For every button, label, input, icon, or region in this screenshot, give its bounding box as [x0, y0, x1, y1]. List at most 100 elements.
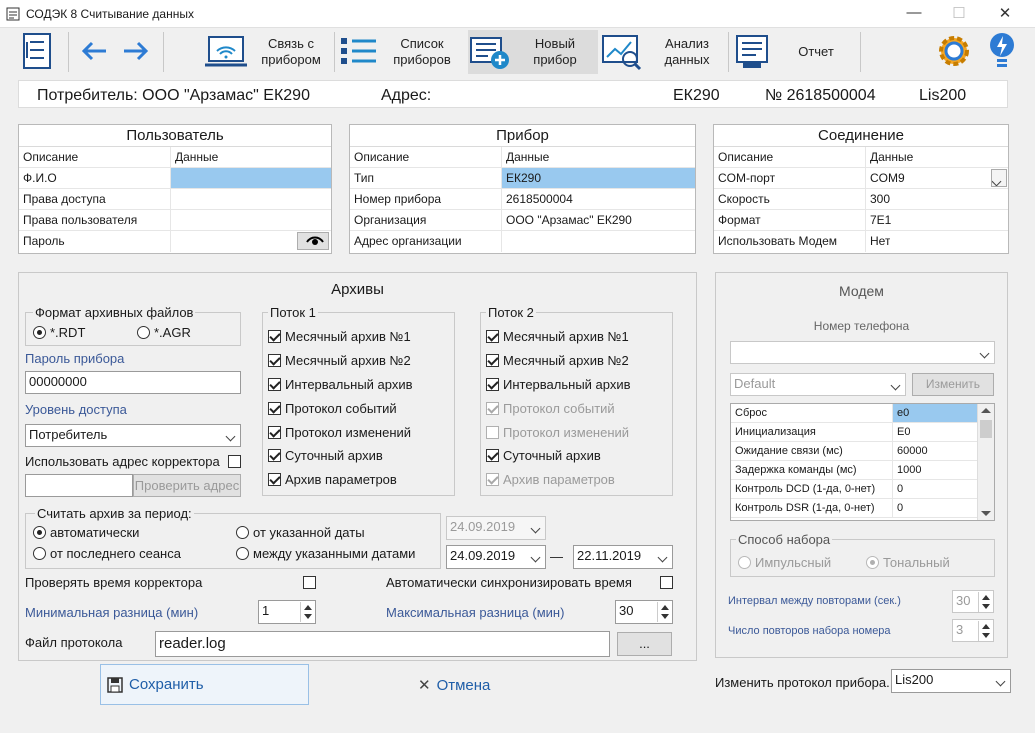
connect-button[interactable]: Связь с прибором — [204, 30, 330, 74]
com-port-dropdown-button[interactable] — [991, 169, 1007, 187]
table-row[interactable]: Пароль — [19, 231, 331, 252]
tree-icon[interactable] — [22, 32, 52, 70]
s1-changes[interactable]: Протокол изменений — [268, 425, 411, 440]
spinner-arrows-icon[interactable] — [978, 621, 992, 641]
setting-value[interactable]: 0 — [893, 480, 903, 498]
s2-monthly2[interactable]: Месячный архив №2 — [486, 353, 629, 368]
s1-params[interactable]: Архив параметров — [268, 472, 397, 487]
s2-monthly1[interactable]: Месячный архив №1 — [486, 329, 629, 344]
table-row[interactable]: Тип ЕК290 — [350, 168, 695, 189]
table-row[interactable]: Контроль DCD (1-да, 0-нет) 0 — [731, 480, 994, 499]
agr-radio[interactable]: *.AGR — [137, 325, 191, 340]
analysis-button[interactable]: Анализ данных — [600, 30, 726, 74]
start-date-picker[interactable]: 24.09.2019 — [446, 545, 546, 569]
s1-events[interactable]: Протокол событий — [268, 401, 397, 416]
back-arrow-icon[interactable] — [80, 40, 108, 62]
forward-arrow-icon[interactable] — [122, 40, 150, 62]
s1-interval[interactable]: Интервальный архив — [268, 377, 413, 392]
table-row[interactable]: Ф.И.О — [19, 168, 331, 189]
scroll-down-icon[interactable] — [981, 511, 991, 516]
period-between-radio[interactable]: между указанными датами — [236, 546, 415, 561]
close-icon[interactable]: ✕ — [990, 4, 1020, 22]
toolbar-separator — [728, 32, 729, 72]
maximize-icon[interactable]: ☐ — [944, 4, 974, 22]
format-cell[interactable]: 7E1 — [866, 210, 891, 230]
table-row[interactable]: Контроль DSR (1-да, 0-нет) 0 — [731, 499, 994, 518]
check-time-checkbox[interactable] — [303, 575, 320, 590]
end-date-picker[interactable]: 22.11.2019 — [573, 545, 673, 569]
device-list-button[interactable]: Список приборов — [338, 30, 464, 74]
s1-daily[interactable]: Суточный архив — [268, 448, 383, 463]
setting-value[interactable]: 60000 — [893, 442, 928, 460]
setting-value[interactable]: e0 — [893, 404, 977, 422]
serial-cell[interactable]: 2618500004 — [502, 189, 573, 209]
spinner-arrows-icon[interactable] — [300, 602, 314, 622]
archive-label: Месячный архив №1 — [285, 329, 411, 344]
minimize-icon[interactable]: — — [899, 4, 929, 21]
report-icon — [736, 35, 768, 68]
cancel-button[interactable]: ✕ Отмена — [418, 676, 490, 695]
modem-profile-select[interactable]: Default — [730, 373, 906, 396]
use-address-checkbox[interactable] — [228, 454, 245, 469]
table-row[interactable]: Формат 7E1 — [714, 210, 1008, 231]
spinner-arrows-icon[interactable] — [657, 602, 671, 622]
table-row[interactable]: Скорость 300 — [714, 189, 1008, 210]
retry-count-spinner[interactable]: 3 — [952, 619, 994, 642]
table-row[interactable]: Номер прибора 2618500004 — [350, 189, 695, 210]
period-last-session-radio[interactable]: от последнего сеанса — [33, 546, 181, 561]
report-button[interactable]: Отчет — [732, 30, 858, 74]
min-diff-spinner[interactable]: 1 — [258, 600, 316, 624]
new-device-button[interactable]: Новый прибор — [468, 30, 598, 74]
table-row[interactable]: Организация ООО "Арзамас" ЕК290 — [350, 210, 695, 231]
type-cell[interactable]: ЕК290 — [502, 168, 695, 188]
address-input[interactable] — [25, 474, 133, 497]
rights-cell[interactable] — [171, 210, 175, 230]
password-cell[interactable] — [171, 231, 175, 252]
s2-daily[interactable]: Суточный архив — [486, 448, 601, 463]
max-diff-spinner[interactable]: 30 — [615, 600, 673, 624]
setting-value[interactable]: 1000 — [893, 461, 921, 479]
speed-cell[interactable]: 300 — [866, 189, 890, 209]
spinner-arrows-icon[interactable] — [978, 592, 992, 612]
setting-value[interactable]: E0 — [893, 423, 910, 441]
com-port-cell[interactable]: COM9 — [866, 168, 905, 188]
table-row[interactable]: Права доступа — [19, 189, 331, 210]
s1-monthly2[interactable]: Месячный архив №2 — [268, 353, 411, 368]
access-level-select[interactable]: Потребитель — [25, 424, 241, 447]
protocol-select[interactable]: Lis200 — [891, 669, 1011, 693]
table-row[interactable]: Адрес организации — [350, 231, 695, 252]
access-cell[interactable] — [171, 189, 175, 209]
table-row[interactable]: Инициализация E0 — [731, 423, 994, 442]
name-cell[interactable] — [171, 168, 331, 188]
lightning-bulb-icon[interactable] — [987, 31, 1017, 71]
settings-gear-icon[interactable] — [935, 32, 973, 70]
table-row[interactable]: Ожидание связи (мс) 60000 — [731, 442, 994, 461]
scroll-thumb[interactable] — [980, 420, 992, 438]
table-row[interactable]: Использовать Модем Нет — [714, 231, 1008, 252]
change-profile-button[interactable]: Изменить — [912, 373, 994, 396]
retry-interval-spinner[interactable]: 30 — [952, 590, 994, 613]
log-file-input[interactable]: reader.log — [155, 631, 610, 657]
organization-cell[interactable]: ООО "Арзамас" ЕК290 — [502, 210, 632, 230]
s2-interval[interactable]: Интервальный архив — [486, 377, 631, 392]
org-address-cell[interactable] — [502, 231, 506, 252]
phone-number-select[interactable] — [730, 341, 995, 364]
browse-button[interactable]: ... — [617, 632, 672, 656]
setting-value[interactable]: 0 — [893, 499, 903, 517]
modem-table-scrollbar[interactable] — [977, 404, 994, 520]
check-address-button[interactable]: Проверить адрес — [133, 474, 241, 497]
show-password-button[interactable] — [297, 232, 329, 250]
table-row[interactable]: COM-порт COM9 — [714, 168, 1008, 189]
period-from-date-radio[interactable]: от указанной даты — [236, 525, 365, 540]
period-auto-radio[interactable]: автоматически — [33, 525, 139, 540]
auto-sync-checkbox[interactable] — [660, 575, 677, 590]
rdt-radio[interactable]: *.RDT — [33, 325, 85, 340]
device-password-input[interactable]: 00000000 — [25, 371, 241, 394]
table-row[interactable]: Права пользователя — [19, 210, 331, 231]
save-button[interactable]: Сохранить — [100, 664, 309, 705]
scroll-up-icon[interactable] — [981, 408, 991, 413]
table-row[interactable]: Задержка команды (мс) 1000 — [731, 461, 994, 480]
use-modem-cell[interactable]: Нет — [866, 231, 890, 252]
s1-monthly1[interactable]: Месячный архив №1 — [268, 329, 411, 344]
table-row[interactable]: Сброс e0 — [731, 404, 994, 423]
